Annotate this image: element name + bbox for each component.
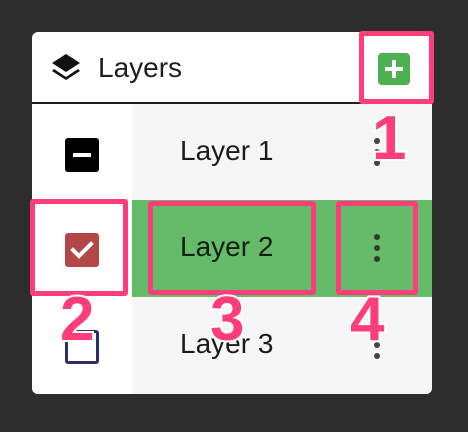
layers-icon (48, 50, 84, 86)
callout-box-4 (336, 201, 418, 295)
layer-row-3[interactable]: Layer 3 (132, 297, 432, 394)
callout-box-2 (30, 199, 128, 296)
callout-number-1: 1 (370, 104, 409, 173)
callout-number-4: 4 (348, 285, 387, 354)
callout-number-2: 2 (58, 285, 97, 354)
layer-1-label: Layer 1 (180, 135, 274, 166)
panel-title: Layers (98, 52, 183, 83)
callout-box-1 (359, 31, 434, 104)
minus-icon (73, 153, 91, 157)
callout-number-3: 3 (208, 285, 247, 354)
layer-1-checkbox[interactable] (65, 138, 99, 172)
callout-box-3 (148, 201, 316, 295)
